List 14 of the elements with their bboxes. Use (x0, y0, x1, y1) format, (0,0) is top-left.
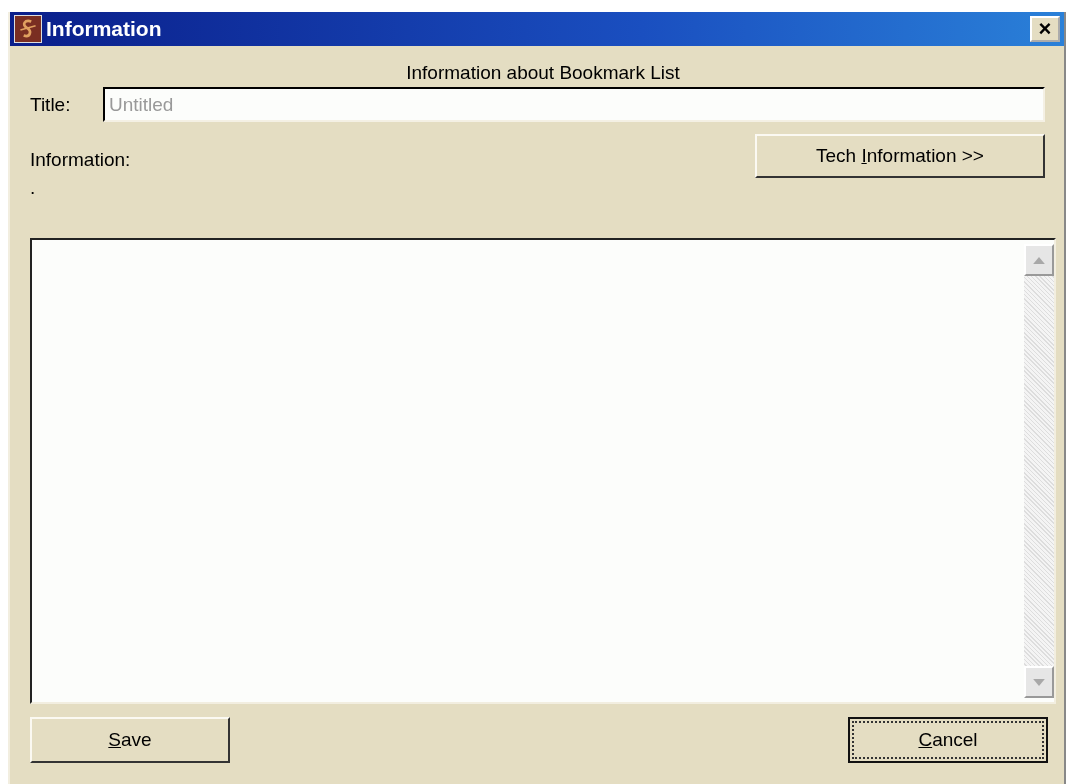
information-text: . (30, 178, 37, 200)
window-title: Information (46, 17, 163, 41)
close-button[interactable]: × (1030, 16, 1060, 42)
tech-information-button[interactable]: Tech Information >> (755, 134, 1045, 178)
app-icon (14, 15, 42, 43)
scroll-down-icon[interactable] (1024, 666, 1054, 698)
save-button[interactable]: Save (30, 717, 230, 763)
cancel-button[interactable]: Cancel (848, 717, 1048, 763)
scroll-up-icon[interactable] (1024, 244, 1054, 276)
title-label: Title: (30, 93, 72, 116)
title-input-field[interactable]: Untitled (103, 87, 1045, 122)
vertical-scrollbar[interactable] (1024, 244, 1054, 698)
information-label: Information: (30, 149, 131, 171)
dialog-heading: Information about Bookmark List (405, 62, 681, 84)
